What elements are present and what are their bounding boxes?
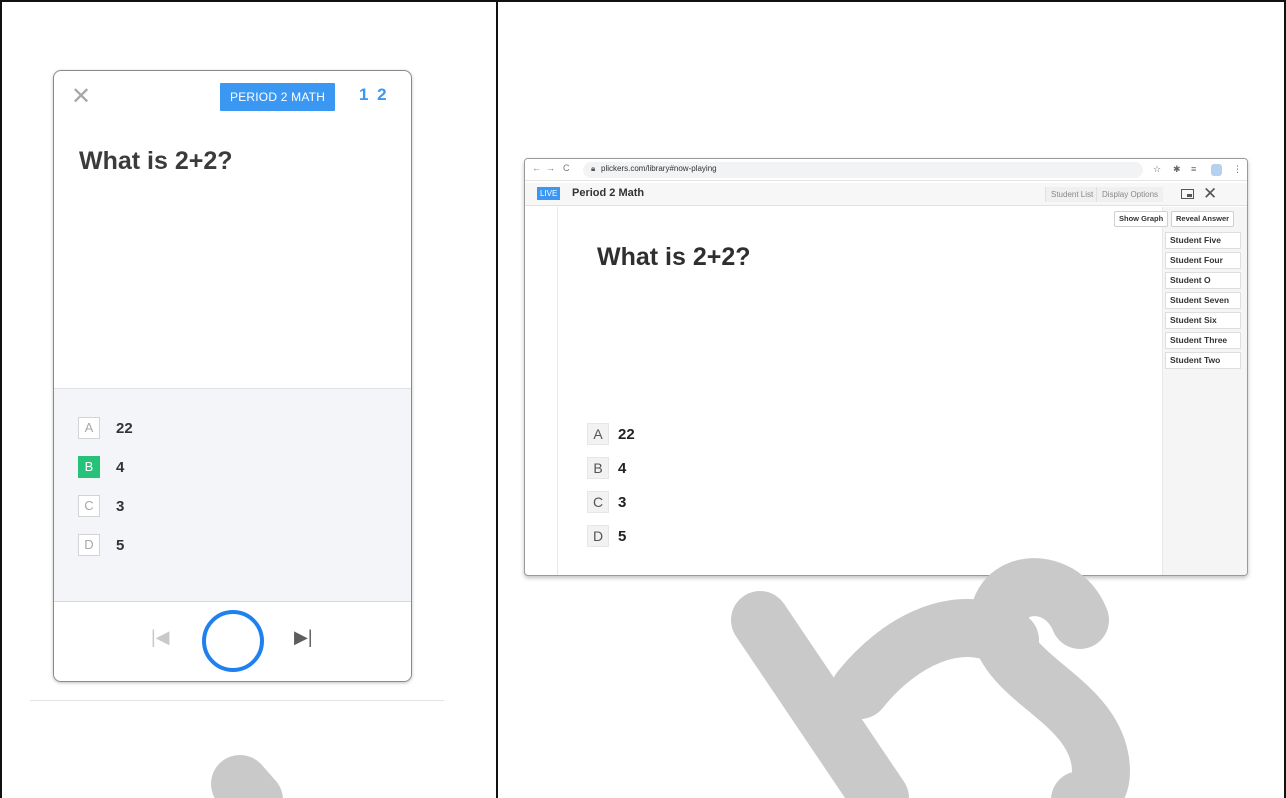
forward-icon[interactable]: → — [546, 163, 555, 173]
close-icon[interactable]: ✕ — [1203, 184, 1217, 204]
choice-letter: C — [587, 491, 609, 513]
skip-previous-icon[interactable]: |◀ — [151, 627, 170, 648]
choice-text: 4 — [618, 459, 627, 477]
url-text: plickers.com/library#now-playing — [601, 164, 717, 173]
choice-letter-correct: B — [78, 456, 100, 478]
choice-d: D 5 — [587, 525, 626, 547]
extensions-icon[interactable]: ✱ — [1173, 164, 1181, 175]
choice-c: C 3 — [78, 495, 124, 517]
choice-letter: A — [78, 417, 100, 439]
reveal-answer-button[interactable]: Reveal Answer — [1171, 211, 1235, 227]
choice-letter: D — [78, 534, 100, 556]
choice-text: 3 — [618, 493, 627, 511]
skip-next-icon[interactable]: ▶| — [294, 627, 313, 648]
choice-letter: B — [587, 457, 609, 479]
app-header: LIVE Period 2 Math Student List Display … — [525, 183, 1247, 206]
divider-line — [30, 700, 444, 701]
show-graph-button[interactable]: Show Graph — [1114, 211, 1169, 227]
student-chip[interactable]: Student Two — [1165, 352, 1241, 369]
browser-window: ← → C 🔒︎ plickers.com/library#now-playin… — [524, 158, 1248, 576]
address-bar[interactable]: 🔒︎ plickers.com/library#now-playing — [583, 162, 1143, 178]
choice-c: C 3 — [587, 491, 626, 513]
choice-a: A 22 — [587, 423, 635, 445]
student-chip[interactable]: Student Five — [1165, 232, 1241, 249]
question-text: What is 2+2? — [597, 243, 751, 271]
choice-text: 5 — [618, 527, 627, 545]
profile-icon[interactable] — [1211, 164, 1222, 176]
close-icon[interactable]: ✕ — [71, 85, 91, 109]
display-options-button[interactable]: Display Options — [1096, 187, 1164, 202]
choice-text: 4 — [116, 458, 125, 476]
question-text: What is 2+2? — [79, 147, 233, 175]
media-icon[interactable]: ≡ — [1191, 164, 1196, 174]
choice-text: 22 — [618, 425, 635, 443]
class-badge[interactable]: PERIOD 2 MATH — [220, 83, 336, 111]
scan-controls: |◀ ▶| — [54, 601, 411, 681]
browser-toolbar: ← → C 🔒︎ plickers.com/library#now-playin… — [525, 159, 1247, 181]
lock-icon: 🔒︎ — [591, 164, 596, 173]
picture-in-picture-icon[interactable] — [1181, 189, 1194, 199]
choice-text: 5 — [116, 536, 125, 554]
back-icon[interactable]: ← — [532, 163, 541, 173]
answer-list: A 22 B 4 C 3 D 5 — [54, 388, 411, 601]
student-chip[interactable]: Student O — [1165, 272, 1241, 289]
student-chip[interactable]: Student Four — [1165, 252, 1241, 269]
choice-a: A 22 — [78, 417, 133, 439]
choice-b: B 4 — [587, 457, 626, 479]
bookmark-star-icon[interactable]: ☆ — [1153, 164, 1161, 175]
choice-text: 3 — [116, 497, 125, 515]
student-chip[interactable]: Student Six — [1165, 312, 1241, 329]
choice-d: D 5 — [78, 534, 124, 556]
student-list-button[interactable]: Student List — [1045, 187, 1099, 202]
choice-letter: D — [587, 525, 609, 547]
scan-circle-icon[interactable] — [202, 610, 264, 672]
student-chip[interactable]: Student Seven — [1165, 292, 1241, 309]
student-chip[interactable]: Student Three — [1165, 332, 1241, 349]
mobile-app-window: ✕ PERIOD 2 MATH 1 2 What is 2+2? A 22 B … — [53, 70, 412, 682]
choice-b: B 4 — [78, 456, 124, 478]
class-title: Period 2 Math — [572, 187, 645, 199]
reload-icon[interactable]: C — [563, 163, 570, 173]
menu-dots-icon[interactable]: ⋮ — [1233, 164, 1242, 175]
choice-text: 22 — [116, 419, 133, 437]
choice-letter: C — [78, 495, 100, 517]
choice-letter: A — [587, 423, 609, 445]
question-counter: 1 2 — [359, 85, 389, 104]
live-badge: LIVE — [537, 187, 561, 200]
